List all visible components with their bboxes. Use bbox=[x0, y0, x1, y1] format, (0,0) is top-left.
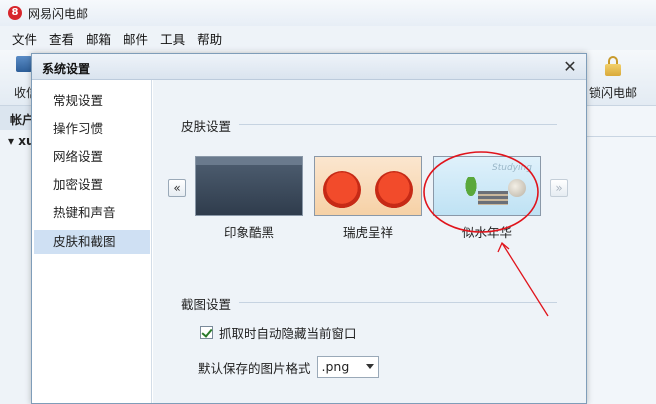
skin-thumbnail-water[interactable]: Studying bbox=[433, 156, 541, 216]
image-format-row: 默认保存的图片格式 .png bbox=[198, 356, 379, 378]
sidebar-item-habits[interactable]: 操作习惯 bbox=[34, 117, 150, 141]
tiger-icon bbox=[375, 171, 413, 209]
divider bbox=[239, 302, 557, 303]
image-format-label: 默认保存的图片格式 bbox=[198, 360, 311, 376]
skin-prev-button[interactable]: « bbox=[168, 179, 186, 197]
app-title: 网易闪电邮 bbox=[28, 6, 89, 21]
sidebar-item-general[interactable]: 常规设置 bbox=[34, 89, 150, 113]
books-icon bbox=[478, 191, 508, 205]
menubar: 文件 查看 邮箱 邮件 工具 帮助 bbox=[0, 26, 656, 50]
app-titlebar: 8 网易闪电邮 bbox=[0, 0, 656, 26]
app-logo-icon: 8 bbox=[8, 6, 22, 20]
plant-icon bbox=[464, 177, 478, 199]
auto-hide-label: 抓取时自动隐藏当前窗口 bbox=[219, 326, 357, 341]
skin-name: 印象酷黑 bbox=[223, 225, 274, 240]
menu-item-mail[interactable]: 邮件 bbox=[123, 29, 148, 48]
menu-item-file[interactable]: 文件 bbox=[12, 29, 37, 48]
chevron-down-icon bbox=[365, 364, 374, 369]
image-format-value: .png bbox=[321, 359, 350, 374]
skin-name: 似水年华 bbox=[461, 225, 512, 240]
sidebar-item-hotkeys[interactable]: 热键和声音 bbox=[34, 201, 150, 225]
skin-section-heading: 皮肤设置 bbox=[181, 119, 232, 134]
globe-icon bbox=[508, 179, 526, 197]
dialog-titlebar[interactable]: 系统设置 ✕ bbox=[32, 54, 586, 80]
settings-dialog: 系统设置 ✕ 常规设置 操作习惯 网络设置 加密设置 热键和声音 皮肤和截图 皮… bbox=[31, 53, 587, 404]
menu-item-tools[interactable]: 工具 bbox=[160, 29, 185, 48]
divider bbox=[239, 124, 557, 125]
skin-thumbnail-dark[interactable] bbox=[195, 156, 303, 216]
skin-thumbnail-tiger[interactable] bbox=[314, 156, 422, 216]
settings-content: 皮肤设置 « 印象酷黑 瑞虎呈祥 Studying 似水年华 » 截图设置 抓取… bbox=[153, 80, 586, 403]
close-icon[interactable]: ✕ bbox=[560, 57, 580, 77]
skin-name: 瑞虎呈祥 bbox=[342, 225, 393, 240]
sidebar-item-skin-screenshot[interactable]: 皮肤和截图 bbox=[34, 230, 150, 254]
lock-app-label: 锁闪电邮 bbox=[588, 86, 637, 100]
lock-icon bbox=[604, 56, 622, 76]
download-icon bbox=[16, 56, 32, 72]
skin-script-text: Studying bbox=[492, 163, 532, 173]
lock-app-button[interactable]: 锁闪电邮 bbox=[578, 56, 648, 101]
settings-sidebar: 常规设置 操作习惯 网络设置 加密设置 热键和声音 皮肤和截图 bbox=[32, 80, 152, 403]
skin-next-button[interactable]: » bbox=[550, 179, 568, 197]
sidebar-item-network[interactable]: 网络设置 bbox=[34, 145, 150, 169]
screenshot-section-heading: 截图设置 bbox=[181, 297, 232, 312]
sidebar-item-encryption[interactable]: 加密设置 bbox=[34, 173, 150, 197]
menu-item-view[interactable]: 查看 bbox=[49, 29, 74, 48]
dialog-title: 系统设置 bbox=[42, 62, 91, 76]
menu-item-help[interactable]: 帮助 bbox=[197, 29, 222, 48]
menu-item-mailbox[interactable]: 邮箱 bbox=[86, 29, 111, 48]
image-format-select[interactable]: .png bbox=[316, 356, 379, 378]
tiger-icon bbox=[323, 171, 361, 209]
auto-hide-checkbox[interactable] bbox=[200, 326, 213, 339]
auto-hide-option: 抓取时自动隐藏当前窗口 bbox=[200, 323, 357, 342]
